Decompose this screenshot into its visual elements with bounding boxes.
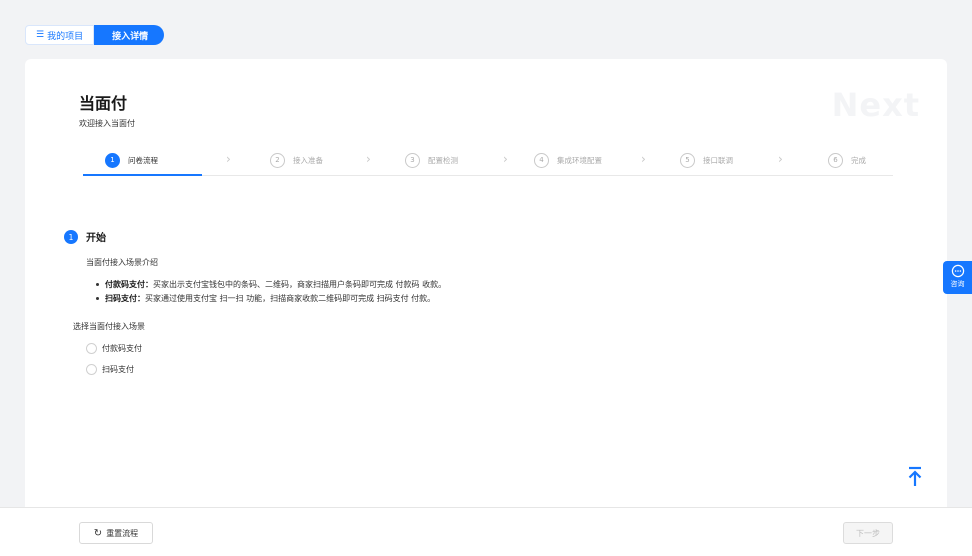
radio-label: 付款码支付 [102,344,142,353]
bullet-term: 扫码支付： [105,293,145,303]
tab-my-projects[interactable]: ☰ 我的项目 [25,25,95,45]
consult-label: 咨询 [950,280,965,288]
step-label: 配置检测 [428,155,458,165]
step-label: 问卷流程 [128,155,158,165]
active-step-underline [83,174,202,176]
step-label: 完成 [851,155,866,165]
reset-flow-button[interactable]: ↻ 重置流程 [79,522,153,544]
select-scenario-label: 选择当面付接入场景 [73,322,145,331]
step-complete[interactable]: 6 完成 [828,144,866,176]
radio-scan-pay[interactable]: 扫码支付 [86,364,134,375]
page-subtitle: 欢迎接入当面付 [79,119,135,128]
radio-circle[interactable] [86,364,97,375]
back-to-top-icon[interactable] [906,466,924,488]
step-number: 2 [270,152,285,168]
chevron-right-icon: › [366,152,371,166]
steps-bar: 1 问卷流程 › 2 接入准备 › 3 配置检测 › 4 集成环境配置 › 5 … [83,144,893,176]
footer-bar: ↻ 重置流程 下一步 [0,507,972,556]
tab-my-projects-label: 我的项目 [47,31,84,42]
step-preparation[interactable]: 2 接入准备 [270,144,323,176]
step-api-debug[interactable]: 5 接口联调 [680,144,733,176]
next-step-label: 下一步 [856,528,880,538]
scenario-list: 付款码支付： 买家出示支付宝钱包中的条码、二维码，商家扫描用户条码即可完成 付款… [95,277,447,305]
step-label: 接入准备 [293,155,323,165]
top-nav: ☰ 我的项目 接入详情 [25,25,165,45]
next-watermark: Next [831,86,920,124]
chevron-right-icon: › [778,152,783,166]
tab-access-details[interactable]: 接入详情 [94,25,165,45]
step-config-check[interactable]: 3 配置检测 [405,144,458,176]
chevron-right-icon: › [226,152,231,166]
step-number: 6 [828,152,843,168]
step-integration-env[interactable]: 4 集成环境配置 [534,144,602,176]
refresh-icon: ↻ [93,527,103,539]
chevron-right-icon: › [641,152,646,166]
bullet-term: 付款码支付： [105,279,153,289]
tab-access-details-label: 接入详情 [112,31,149,42]
main-card: Next 当面付 欢迎接入当面付 1 问卷流程 › 2 接入准备 › 3 配置检… [25,59,947,507]
section-number: 1 [64,230,78,244]
section-title: 开始 [86,233,106,244]
step-questionnaire[interactable]: 1 问卷流程 [105,144,158,176]
next-step-button[interactable]: 下一步 [843,522,893,544]
list-item: 扫码支付： 买家通过使用支付宝 扫一扫 功能，扫描商家收款二维码即可完成 扫码支… [95,291,446,305]
page-title: 当面付 [79,94,128,113]
list-item: 付款码支付： 买家出示支付宝钱包中的条码、二维码，商家扫描用户条码即可完成 付款… [95,277,447,291]
bullet-desc: 买家出示支付宝钱包中的条码、二维码，商家扫描用户条码即可完成 付款码 收款。 [153,279,447,289]
step-number: 4 [534,152,549,168]
step-label: 集成环境配置 [557,155,602,165]
chevron-right-icon: › [503,152,508,166]
radio-label: 扫码支付 [102,365,134,374]
scenario-intro-label: 当面付接入场景介绍 [86,258,158,267]
reset-flow-label: 重置流程 [106,528,139,538]
step-number: 1 [105,152,120,168]
list-icon: ☰ [36,30,45,40]
step-number: 5 [680,152,695,168]
bullet-desc: 买家通过使用支付宝 扫一扫 功能，扫描商家收款二维码即可完成 扫码支付 付款。 [145,293,436,303]
step-number: 3 [405,152,420,168]
chat-bubble-icon [951,264,964,278]
consult-button[interactable]: 咨询 [943,261,972,294]
radio-circle[interactable] [86,343,97,354]
step-label: 接口联调 [703,155,733,165]
radio-barcode-pay[interactable]: 付款码支付 [86,343,142,354]
